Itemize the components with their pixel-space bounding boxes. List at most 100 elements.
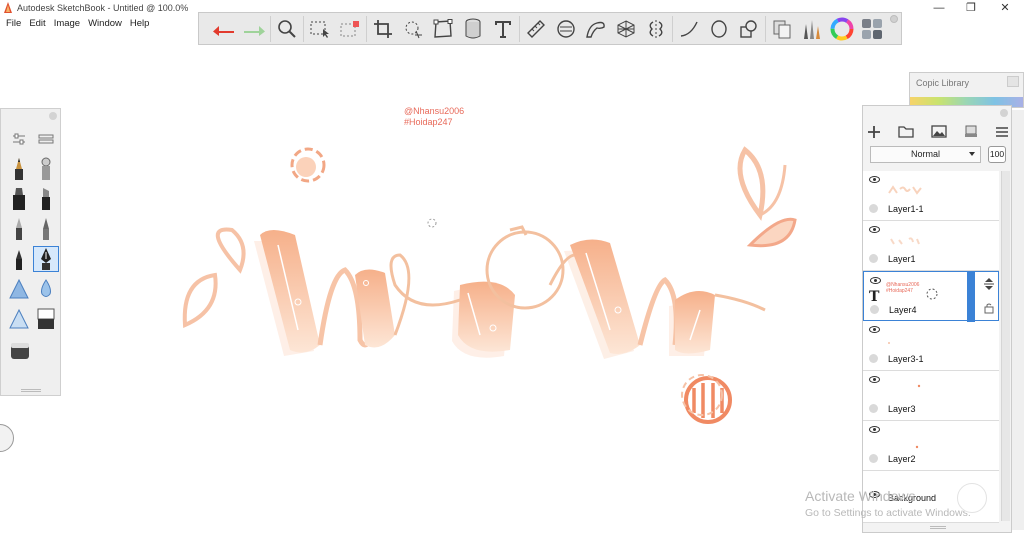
brush-palette-grip[interactable]	[21, 389, 41, 392]
puck-button[interactable]	[957, 483, 987, 513]
loading-icon	[926, 288, 938, 300]
eraser-brush-icon[interactable]	[33, 306, 59, 332]
eye-icon[interactable]	[869, 326, 880, 333]
brush-row	[5, 185, 59, 213]
chisel-brush-icon[interactable]	[33, 186, 59, 212]
watermark-title: Activate Windows	[805, 488, 916, 504]
fill-icon[interactable]	[458, 14, 488, 44]
eye-icon[interactable]	[869, 176, 880, 183]
move-layer-icon[interactable]	[983, 277, 995, 291]
layer-row[interactable]: Layer3-1	[863, 321, 999, 371]
layer-lock-dot[interactable]	[869, 454, 878, 463]
line-icon[interactable]	[674, 14, 704, 44]
layer-thumbnail	[888, 342, 890, 344]
eye-icon[interactable]	[870, 277, 881, 284]
layer-menu-icon[interactable]	[995, 125, 1009, 143]
crop-icon[interactable]	[368, 14, 398, 44]
eye-icon[interactable]	[869, 226, 880, 233]
drawing-canvas[interactable]	[170, 95, 830, 455]
copic-library-close-button[interactable]	[1007, 76, 1019, 87]
add-group-icon[interactable]	[898, 125, 914, 143]
zoom-icon[interactable]	[272, 14, 302, 44]
redo-icon[interactable]	[239, 14, 269, 44]
layer-thumbnail	[888, 185, 922, 195]
toolbar-divider	[672, 15, 673, 42]
restore-button[interactable]: ❐	[956, 0, 986, 16]
minimize-button[interactable]: —	[924, 0, 954, 16]
layer-scrollbar[interactable]	[1001, 171, 1010, 521]
close-button[interactable]: ✕	[990, 0, 1020, 16]
layer-row[interactable]: Layer1-1	[863, 171, 999, 221]
menu-window[interactable]: Window	[88, 17, 122, 31]
layer-lock-dot[interactable]	[869, 354, 878, 363]
blend-mode-select[interactable]: Normal	[870, 146, 981, 163]
sticker-circle-bottom	[681, 374, 732, 424]
color-wheel-icon[interactable]	[827, 14, 857, 44]
perspective-icon[interactable]	[611, 14, 641, 44]
layer-row[interactable]: Layer1	[863, 221, 999, 271]
ellipse-guide-icon[interactable]	[551, 14, 581, 44]
menu-file[interactable]: File	[6, 17, 21, 31]
lock-layer-icon[interactable]	[983, 302, 995, 314]
layer-panel-grip[interactable]	[930, 526, 946, 529]
eye-icon[interactable]	[869, 376, 880, 383]
felt-pen-brush-icon[interactable]	[6, 246, 32, 272]
airbrush-icon[interactable]	[33, 156, 59, 182]
toolbar-close-button[interactable]	[890, 15, 898, 23]
brush-row	[5, 215, 59, 243]
soft-eraser-icon[interactable]	[6, 306, 32, 332]
symmetry-icon[interactable]	[641, 14, 671, 44]
layer-panel-close-button[interactable]	[1000, 109, 1008, 117]
layer-lock-dot[interactable]	[870, 305, 879, 314]
transform-select-icon[interactable]	[335, 14, 365, 44]
block-eraser-icon[interactable]	[7, 338, 33, 364]
brush-row	[5, 275, 59, 303]
layer-row[interactable]: Layer2	[863, 421, 999, 471]
sticker-circle-top	[290, 147, 326, 183]
menu-bar: File Edit Image Window Help	[0, 17, 149, 31]
layer-lock-dot[interactable]	[869, 204, 878, 213]
ruler-icon[interactable]	[521, 14, 551, 44]
add-layer-icon[interactable]	[867, 125, 881, 144]
brush-properties-icon[interactable]	[6, 126, 32, 152]
menu-help[interactable]: Help	[130, 17, 150, 31]
menu-edit[interactable]: Edit	[29, 17, 45, 31]
menu-image[interactable]: Image	[54, 17, 80, 31]
shape-icon[interactable]	[734, 14, 764, 44]
layer-list: Layer1-1 Layer1 T @Nhansu2006 #Hoidap247…	[863, 171, 999, 523]
copy-icon[interactable]	[767, 14, 797, 44]
undo-icon[interactable]	[209, 14, 239, 44]
add-image-icon[interactable]	[931, 125, 947, 143]
layer-name: Layer2	[888, 454, 916, 464]
toolbar-divider	[270, 15, 271, 42]
brush-palette	[0, 108, 61, 396]
hard-eraser-icon[interactable]	[6, 276, 32, 302]
brush-palette-close-button[interactable]	[49, 112, 57, 120]
brush-row	[5, 155, 59, 183]
layer-name: Layer3	[888, 404, 916, 414]
select-icon[interactable]	[305, 14, 335, 44]
pencil-brush-icon[interactable]	[6, 156, 32, 182]
clear-layer-icon[interactable]	[964, 125, 978, 143]
lagoon-button[interactable]	[0, 424, 14, 452]
distort-icon[interactable]	[428, 14, 458, 44]
smear-brush-icon[interactable]	[33, 276, 59, 302]
marker-brush-icon[interactable]	[6, 186, 32, 212]
fineliner-brush-icon[interactable]	[33, 216, 59, 242]
brush-library-icon[interactable]	[797, 14, 827, 44]
layer-thumb-line-2: #Hoidap247	[886, 288, 913, 294]
text-icon[interactable]	[488, 14, 518, 44]
layer-lock-dot[interactable]	[869, 404, 878, 413]
opacity-input[interactable]: 100	[988, 146, 1006, 163]
ballpoint-brush-icon[interactable]	[6, 216, 32, 242]
palette-icon[interactable]	[857, 14, 887, 44]
layer-lock-dot[interactable]	[869, 254, 878, 263]
layer-row[interactable]: Layer3	[863, 371, 999, 421]
brush-row	[5, 337, 59, 365]
brush-set-icon[interactable]	[33, 126, 59, 152]
pen-brush-icon[interactable]	[32, 246, 59, 272]
french-curve-icon[interactable]	[581, 14, 611, 44]
eye-icon[interactable]	[869, 426, 880, 433]
lasso-icon[interactable]	[398, 14, 428, 44]
circle-icon[interactable]	[704, 14, 734, 44]
